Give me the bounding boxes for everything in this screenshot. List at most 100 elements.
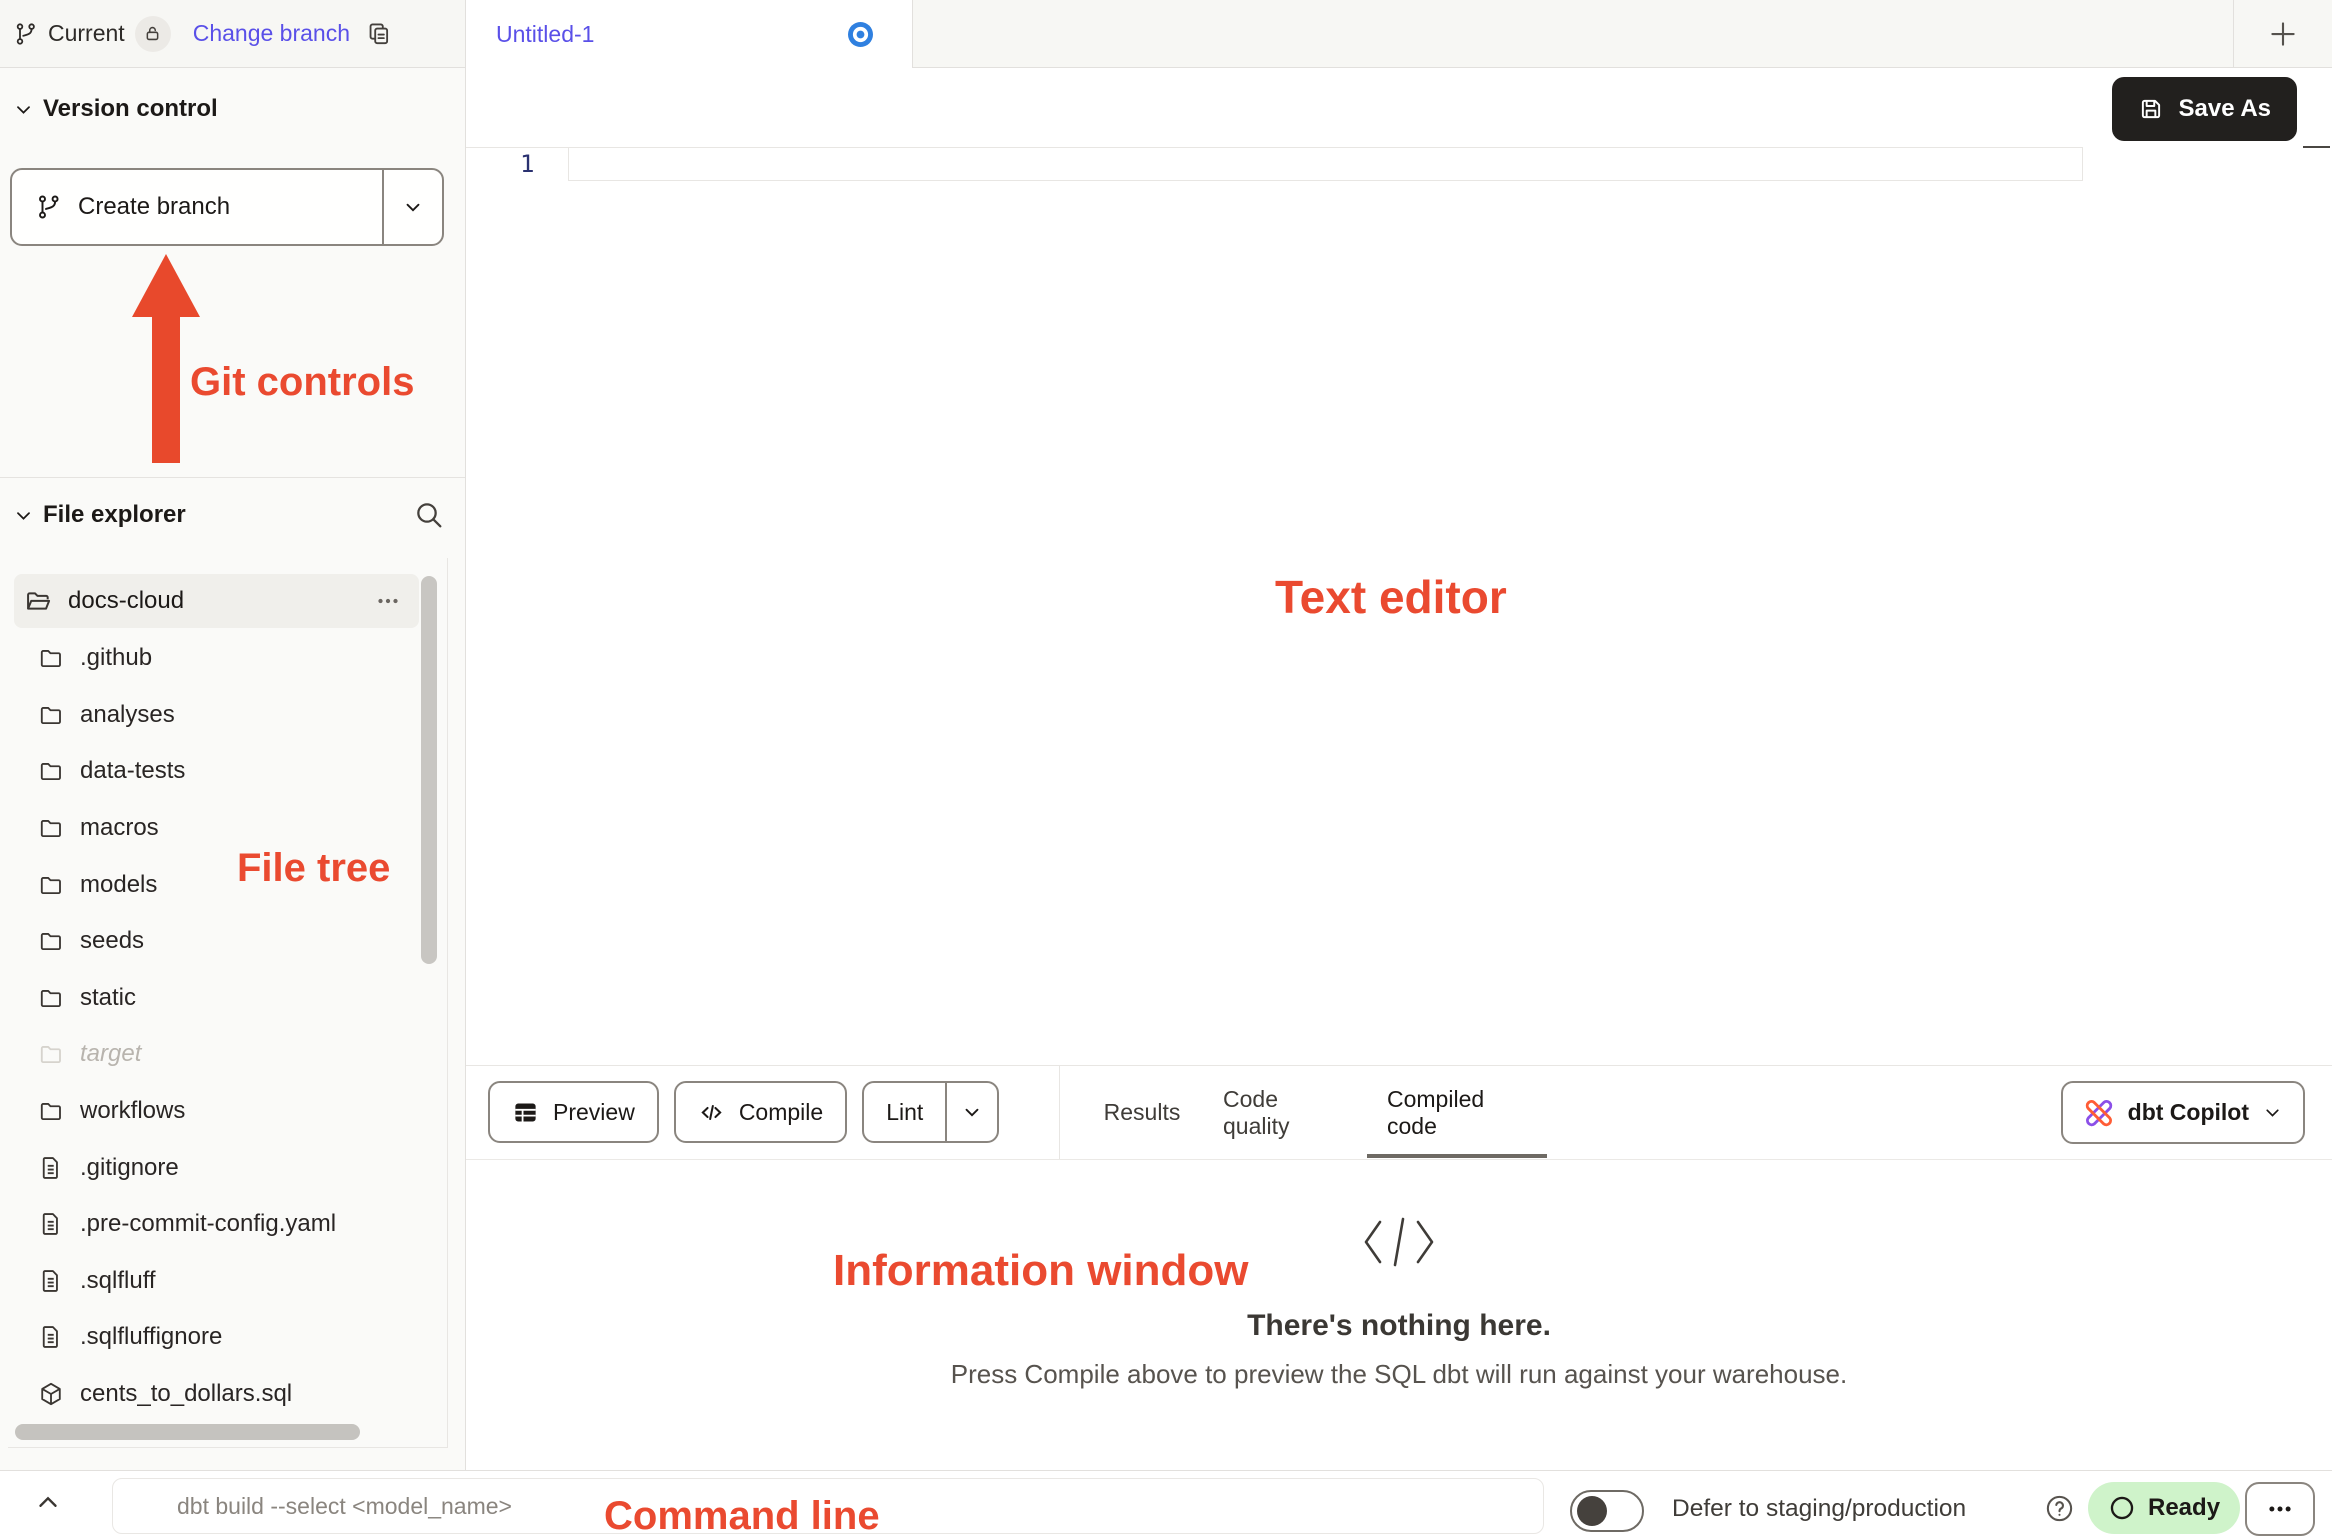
tree-item-label: .sqlfluffignore <box>80 1323 222 1351</box>
save-icon <box>2138 96 2164 122</box>
folder-icon <box>38 1098 64 1124</box>
tree-row[interactable]: .gitignore <box>8 1139 427 1196</box>
tree-row[interactable]: data-tests <box>8 743 427 800</box>
file-icon <box>38 1324 64 1350</box>
tree-item-label: cents_to_dollars.sql <box>80 1380 292 1408</box>
file-tree-panel: docs-cloud .github analyses data-tests <box>8 558 448 1448</box>
change-branch-link[interactable]: Change branch <box>193 20 350 47</box>
tree-item-label: .sqlfluff <box>80 1267 156 1295</box>
text-editor-area[interactable]: 1 <box>466 148 2332 1065</box>
empty-state-subtitle: Press Compile above to preview the SQL d… <box>951 1359 1848 1390</box>
preview-button[interactable]: Preview <box>488 1081 659 1143</box>
line-number: 1 <box>520 150 534 178</box>
defer-toggle[interactable] <box>1570 1490 1644 1532</box>
current-branch-label: Current <box>48 20 125 47</box>
lint-label: Lint <box>886 1099 923 1126</box>
lock-icon <box>143 24 162 43</box>
tree-row[interactable]: analyses <box>8 687 427 744</box>
create-branch-dropdown[interactable] <box>384 170 442 244</box>
git-header: Current Change branch <box>0 0 465 68</box>
command-input-box <box>112 1478 1544 1534</box>
copy-icon[interactable] <box>366 21 392 47</box>
lint-button[interactable]: Lint <box>864 1083 945 1141</box>
tree-row-target-muted[interactable]: target <box>8 1026 427 1083</box>
chevron-down-icon <box>2262 1102 2283 1123</box>
tree-item-label: .github <box>80 644 152 672</box>
chevron-down-icon <box>14 100 33 119</box>
folder-open-icon <box>24 587 52 615</box>
editor-tab-bar: Untitled-1 <box>466 0 2332 68</box>
new-tab-button[interactable] <box>2233 0 2332 68</box>
more-options-button[interactable] <box>2245 1482 2315 1536</box>
tree-row[interactable]: workflows <box>8 1083 427 1140</box>
plus-icon <box>2266 17 2300 51</box>
tree-item-label: .pre-commit-config.yaml <box>80 1210 336 1238</box>
tree-item-label: macros <box>80 814 159 842</box>
file-explorer-section-header[interactable]: File explorer <box>14 501 186 529</box>
copilot-label: dbt Copilot <box>2128 1099 2249 1126</box>
dbt-ide-window: Current Change branch <box>0 0 2332 1540</box>
save-as-label: Save As <box>2178 95 2271 123</box>
tree-row[interactable]: models <box>8 856 427 913</box>
tree-row[interactable]: static <box>8 970 427 1027</box>
chevron-down-icon <box>14 506 33 525</box>
folder-icon <box>38 1041 64 1067</box>
tree-row[interactable]: .sqlfluffignore <box>8 1309 427 1366</box>
folder-icon <box>38 985 64 1011</box>
active-tab-underline <box>1367 1154 1547 1158</box>
tab-label: Compiled code <box>1387 1086 1531 1140</box>
active-line-highlight[interactable] <box>568 147 2083 181</box>
tab-code-quality[interactable]: Code quality <box>1223 1066 1341 1159</box>
tree-root-label: docs-cloud <box>68 587 184 615</box>
create-branch-button[interactable]: Create branch <box>10 168 444 246</box>
lint-dropdown[interactable] <box>947 1083 997 1141</box>
status-badge-ready: Ready <box>2088 1482 2240 1534</box>
folder-icon <box>38 702 64 728</box>
defer-label: Defer to staging/production <box>1672 1495 1966 1523</box>
annotation-arrow-head <box>132 254 200 317</box>
save-as-button[interactable]: Save As <box>2112 77 2297 141</box>
compile-button[interactable]: Compile <box>674 1081 847 1143</box>
vertical-scrollbar[interactable] <box>421 576 437 964</box>
chevron-up-icon[interactable] <box>33 1487 63 1517</box>
file-icon <box>38 1155 64 1181</box>
tree-item-label: static <box>80 984 136 1012</box>
tab-compiled-code[interactable]: Compiled code <box>1387 1066 1531 1159</box>
search-icon[interactable] <box>413 499 445 531</box>
ready-label: Ready <box>2148 1494 2220 1522</box>
help-icon[interactable] <box>2044 1493 2075 1524</box>
horizontal-scrollbar[interactable] <box>15 1424 360 1440</box>
version-control-title: Version control <box>43 95 218 123</box>
git-branch-icon <box>36 194 62 220</box>
tree-row[interactable]: cents_to_dollars.sql <box>8 1366 427 1423</box>
bottom-panel-toolbar: Preview Compile Lint Results <box>466 1065 2332 1160</box>
compile-label: Compile <box>739 1099 823 1126</box>
tree-item-label: .gitignore <box>80 1154 179 1182</box>
tree-row[interactable]: .sqlfluff <box>8 1253 427 1310</box>
toggle-knob <box>1577 1496 1607 1526</box>
command-line-input[interactable] <box>113 1479 1543 1533</box>
tree-row[interactable]: .github <box>8 630 427 687</box>
folder-icon <box>38 815 64 841</box>
dbt-copilot-icon <box>2083 1097 2115 1129</box>
tree-row[interactable]: macros <box>8 800 427 857</box>
tree-row-root[interactable]: docs-cloud <box>14 574 419 628</box>
panel-divider <box>1059 1066 1060 1159</box>
file-icon <box>38 1268 64 1294</box>
tree-item-label: workflows <box>80 1097 185 1125</box>
version-control-section-header[interactable]: Version control <box>14 95 218 123</box>
tree-row[interactable]: .pre-commit-config.yaml <box>8 1196 427 1253</box>
command-status-bar <box>0 1470 2332 1540</box>
tab-untitled-1[interactable]: Untitled-1 <box>466 0 913 69</box>
model-cube-icon <box>38 1381 64 1407</box>
status-circle-icon <box>2108 1494 2136 1522</box>
tree-item-label: analyses <box>80 701 175 729</box>
create-branch-main[interactable]: Create branch <box>12 170 382 244</box>
dbt-copilot-button[interactable]: dbt Copilot <box>2061 1081 2305 1144</box>
tab-results[interactable]: Results <box>1107 1066 1177 1159</box>
tab-title: Untitled-1 <box>496 21 594 48</box>
more-options-icon[interactable] <box>373 586 403 616</box>
unsaved-indicator-icon <box>847 21 874 48</box>
tree-row[interactable]: seeds <box>8 913 427 970</box>
tab-label: Code quality <box>1223 1086 1341 1140</box>
